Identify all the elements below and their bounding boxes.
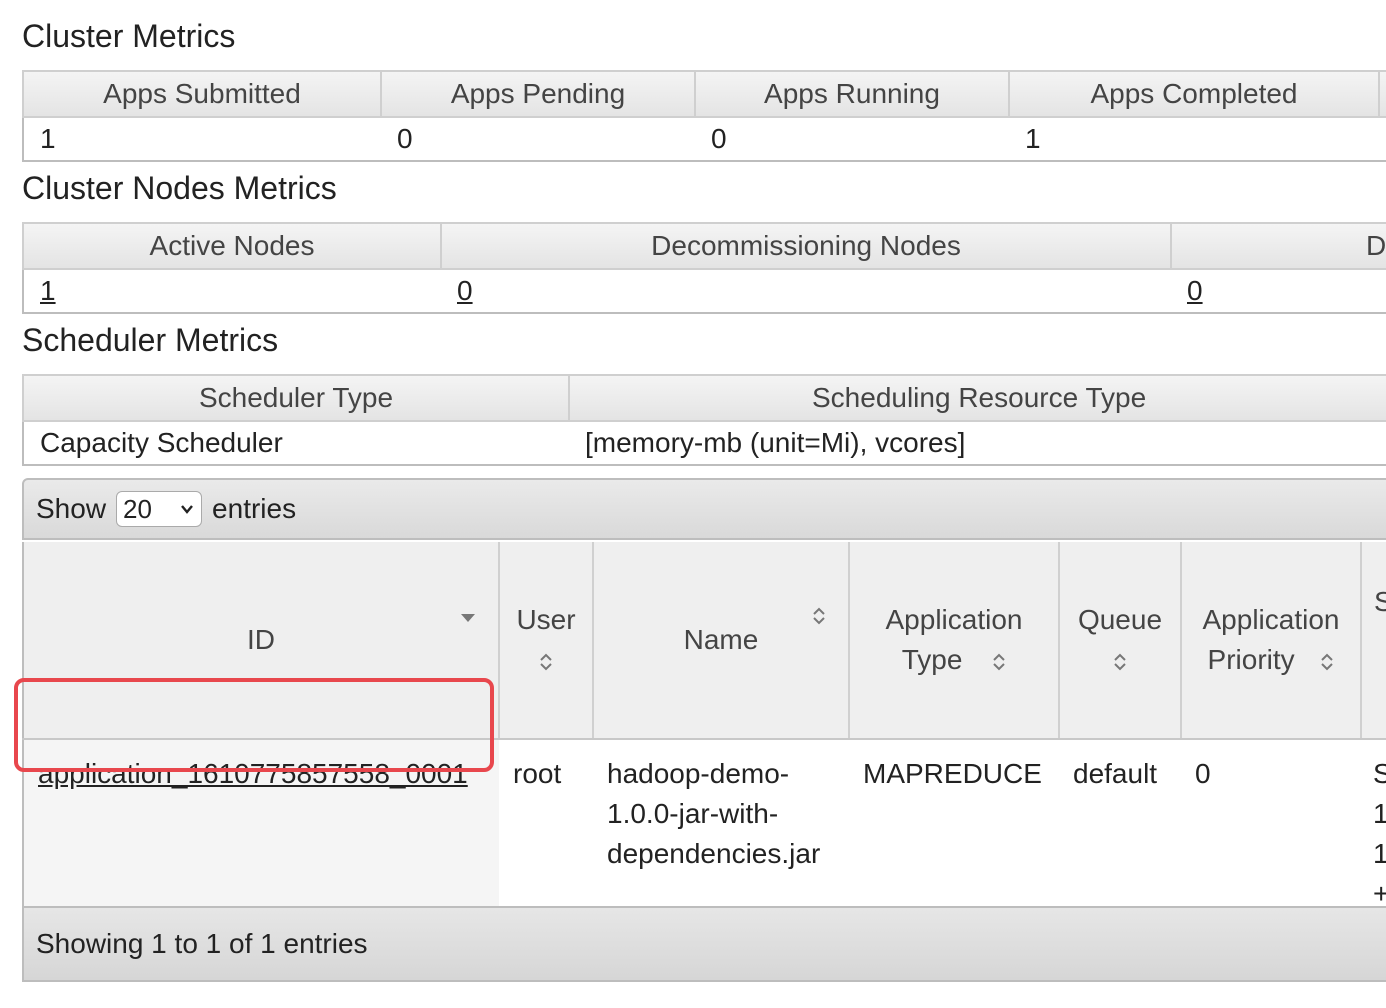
header-scheduling-resource-type[interactable]: Scheduling Resource Type — [568, 374, 1386, 422]
value-apps-running: 0 — [695, 116, 1009, 162]
cluster-nodes-metrics-title: Cluster Nodes Metrics — [22, 170, 337, 206]
header-truncated — [1378, 70, 1386, 118]
column-header-id[interactable]: ID — [22, 542, 500, 740]
column-id-label: ID — [247, 624, 275, 655]
sort-icon — [993, 653, 1005, 671]
app-name-line-2: 1.0.0-jar-with- — [607, 798, 779, 829]
cluster-metrics-table: Apps Submitted Apps Pending Apps Running… — [22, 70, 1386, 162]
show-entries-bar: Show 20 entries — [22, 478, 1386, 540]
column-header-name[interactable]: Name — [592, 542, 850, 740]
column-header-queue[interactable]: Queue — [1058, 542, 1182, 740]
sort-icon — [540, 653, 552, 671]
header-apps-completed[interactable]: Apps Completed — [1008, 70, 1380, 118]
header-decommissioning-nodes[interactable]: Decommissioning Nodes — [440, 222, 1172, 270]
column-priority-label-2: Priority — [1207, 644, 1295, 675]
truncated-line-3: 1 — [1373, 838, 1386, 869]
column-truncated-label: S — [1374, 586, 1386, 617]
header-apps-running[interactable]: Apps Running — [694, 70, 1010, 118]
value-scheduler-type: Capacity Scheduler — [22, 420, 569, 466]
value-truncated — [1379, 116, 1386, 162]
column-header-application-priority[interactable]: Application Priority — [1180, 542, 1362, 740]
cluster-metrics-title: Cluster Metrics — [22, 18, 236, 54]
scheduler-metrics-title: Scheduler Metrics — [22, 322, 279, 358]
app-name-line-1: hadoop-demo- — [607, 758, 790, 789]
app-name-line-3: dependencies.jar — [607, 838, 821, 869]
sort-desc-icon — [461, 614, 475, 622]
cell-truncated: 0 — [1171, 268, 1386, 314]
decommissioning-nodes-link[interactable]: 0 — [457, 275, 473, 306]
column-header-application-type[interactable]: Application Type — [848, 542, 1060, 740]
chevron-down-icon — [181, 505, 193, 514]
column-name-label: Name — [683, 624, 759, 655]
sort-icon — [1321, 653, 1334, 671]
cluster-nodes-metrics-table: Active Nodes Decommissioning Nodes D 1 0… — [22, 222, 1386, 314]
cell-active-nodes: 1 — [22, 268, 441, 314]
truncated-line-1: S — [1373, 758, 1386, 789]
applications-table: ID User Name Application Type Queue Appl… — [22, 542, 1386, 954]
truncated-line-2: 1 — [1373, 798, 1386, 829]
header-scheduler-type[interactable]: Scheduler Type — [22, 374, 570, 422]
page: Cluster Metrics Apps Submitted Apps Pend… — [0, 0, 1386, 1008]
app-id-link[interactable]: application_1610775857558_0001 — [38, 758, 468, 789]
show-label: Show — [36, 493, 107, 524]
truncated-nodes-link[interactable]: 0 — [1187, 275, 1203, 306]
sort-icon — [1114, 653, 1126, 671]
value-apps-completed: 1 — [1009, 116, 1379, 162]
value-scheduling-resource-type: [memory-mb (unit=Mi), vcores] — [569, 420, 1386, 466]
page-size-value: 20 — [123, 493, 152, 524]
showing-entries-text: Showing 1 to 1 of 1 entries — [36, 928, 368, 959]
column-app-type-label-1: Application — [885, 604, 1023, 635]
header-truncated-d[interactable]: D — [1170, 222, 1386, 270]
column-app-type-label-2: Type — [901, 644, 963, 675]
value-apps-pending: 0 — [381, 116, 695, 162]
page-size-select[interactable]: 20 — [116, 491, 203, 527]
value-apps-submitted: 1 — [22, 116, 381, 162]
truncated-line-4: + — [1373, 878, 1386, 909]
column-header-truncated[interactable]: S — [1360, 542, 1386, 740]
header-active-nodes[interactable]: Active Nodes — [22, 222, 442, 270]
table-header-row: ID User Name Application Type Queue Appl… — [22, 542, 1386, 740]
header-apps-submitted[interactable]: Apps Submitted — [22, 70, 382, 118]
cell-decommissioning-nodes: 0 — [441, 268, 1171, 314]
column-queue-label: Queue — [1077, 604, 1163, 635]
active-nodes-link[interactable]: 1 — [40, 275, 56, 306]
scheduler-metrics-table: Scheduler Type Scheduling Resource Type … — [22, 374, 1386, 466]
table-info-footer: Showing 1 to 1 of 1 entries — [22, 906, 1386, 982]
column-user-label: User — [516, 604, 576, 635]
column-priority-label-1: Application — [1202, 604, 1340, 635]
header-apps-pending[interactable]: Apps Pending — [380, 70, 696, 118]
entries-label: entries — [212, 493, 297, 524]
sort-icon — [813, 607, 825, 625]
column-header-user[interactable]: User — [498, 542, 594, 740]
